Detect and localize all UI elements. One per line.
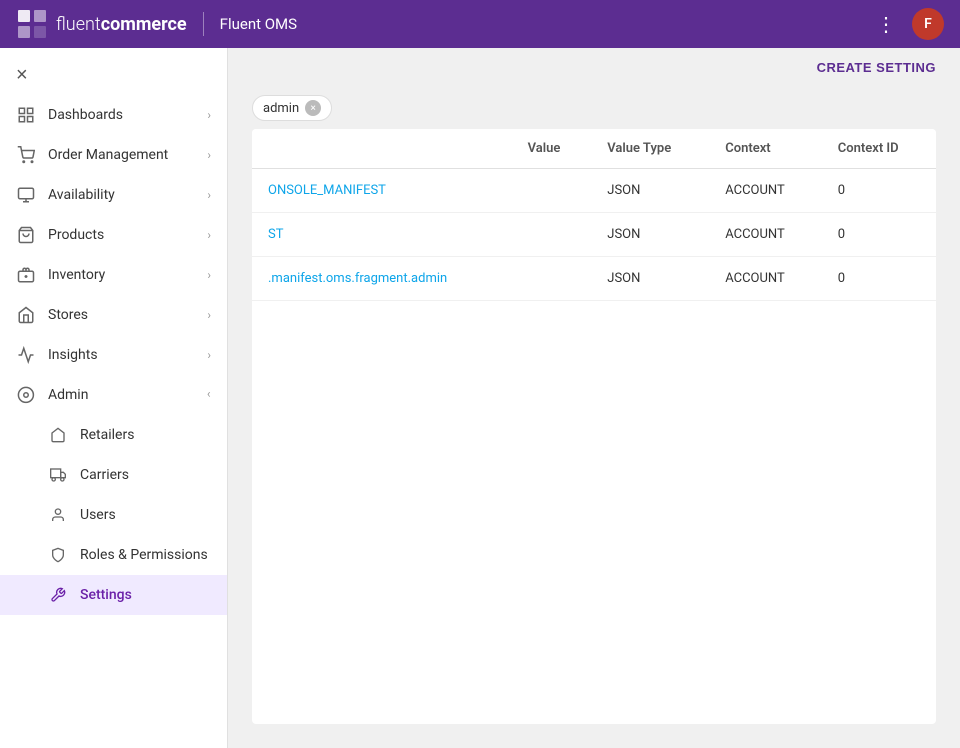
col-value: Value — [512, 129, 592, 169]
row3-context: ACCOUNT — [709, 257, 822, 301]
sidebar: × Dashboards › Order Management › — [0, 48, 228, 748]
more-options-icon[interactable]: ⋮ — [876, 12, 896, 36]
content-header: CREATE SETTING — [228, 48, 960, 87]
row1-value — [512, 169, 592, 213]
dashboards-chevron-icon: › — [207, 108, 211, 122]
sidebar-item-settings[interactable]: Settings — [0, 575, 227, 615]
dashboards-label: Dashboards — [48, 107, 123, 123]
content-area: CREATE SETTING admin × Value Value Type … — [228, 48, 960, 748]
stores-label: Stores — [48, 307, 88, 323]
row1-context: ACCOUNT — [709, 169, 822, 213]
sidebar-item-availability[interactable]: Availability › — [0, 175, 227, 215]
settings-label: Settings — [80, 587, 132, 603]
sidebar-close-area: × — [0, 48, 227, 95]
inventory-label: Inventory — [48, 267, 105, 283]
create-setting-button[interactable]: CREATE SETTING — [817, 60, 936, 75]
order-management-icon — [16, 145, 36, 165]
products-label: Products — [48, 227, 104, 243]
products-chevron-icon: › — [207, 228, 211, 242]
filter-chip-label: admin — [263, 101, 299, 116]
availability-icon — [16, 185, 36, 205]
sidebar-item-inventory[interactable]: Inventory › — [0, 255, 227, 295]
admin-chevron-icon: › — [207, 388, 211, 402]
avatar[interactable]: F — [912, 8, 944, 40]
sidebar-item-retailers[interactable]: Retailers — [0, 415, 227, 455]
dashboards-icon — [16, 105, 36, 125]
sidebar-item-stores[interactable]: Stores › — [0, 295, 227, 335]
carriers-icon — [48, 465, 68, 485]
filter-chip-admin: admin × — [252, 95, 332, 121]
table-header-row: Value Value Type Context Context ID — [252, 129, 936, 169]
products-icon — [16, 225, 36, 245]
logo-text: fluentcommerce — [56, 14, 187, 35]
row1-value-type: JSON — [591, 169, 709, 213]
sidebar-item-carriers[interactable]: Carriers — [0, 455, 227, 495]
insights-chevron-icon: › — [207, 348, 211, 362]
sidebar-item-products[interactable]: Products › — [0, 215, 227, 255]
header-actions: ⋮ F — [876, 8, 944, 40]
row2-value-type: JSON — [591, 213, 709, 257]
carriers-label: Carriers — [80, 467, 129, 483]
settings-table: Value Value Type Context Context ID ONSO… — [252, 129, 936, 724]
col-context-id: Context ID — [822, 129, 936, 169]
app-header: fluentcommerce Fluent OMS ⋮ F — [0, 0, 960, 48]
users-label: Users — [80, 507, 116, 523]
stores-chevron-icon: › — [207, 308, 211, 322]
row1-name: ONSOLE_MANIFEST — [252, 169, 512, 213]
retailers-icon — [48, 425, 68, 445]
users-icon — [48, 505, 68, 525]
header-divider — [203, 12, 204, 36]
sidebar-item-order-management[interactable]: Order Management › — [0, 135, 227, 175]
availability-label: Availability — [48, 187, 115, 203]
filter-bar: admin × — [228, 87, 960, 129]
row2-name-link[interactable]: ST — [268, 227, 283, 242]
sidebar-item-dashboards[interactable]: Dashboards › — [0, 95, 227, 135]
row3-value-type: JSON — [591, 257, 709, 301]
insights-label: Insights — [48, 347, 98, 363]
close-sidebar-button[interactable]: × — [16, 64, 28, 87]
row3-name: .manifest.oms.fragment.admin — [252, 257, 512, 301]
sidebar-item-users[interactable]: Users — [0, 495, 227, 535]
sidebar-item-admin[interactable]: Admin › — [0, 375, 227, 415]
row3-context-id: 0 — [822, 257, 936, 301]
retailers-label: Retailers — [80, 427, 134, 443]
table-row: ONSOLE_MANIFEST JSON ACCOUNT 0 — [252, 169, 936, 213]
col-context: Context — [709, 129, 822, 169]
logo: fluentcommerce — [16, 8, 187, 40]
settings-icon — [48, 585, 68, 605]
row2-value — [512, 213, 592, 257]
row1-name-link[interactable]: ONSOLE_MANIFEST — [268, 183, 386, 198]
app-name: Fluent OMS — [220, 15, 297, 33]
row2-context-id: 0 — [822, 213, 936, 257]
col-name — [252, 129, 512, 169]
row2-name: ST — [252, 213, 512, 257]
admin-icon — [16, 385, 36, 405]
sidebar-item-insights[interactable]: Insights › — [0, 335, 227, 375]
order-management-chevron-icon: › — [207, 148, 211, 162]
roles-permissions-icon — [48, 545, 68, 565]
row1-context-id: 0 — [822, 169, 936, 213]
table-row: .manifest.oms.fragment.admin JSON ACCOUN… — [252, 257, 936, 301]
sidebar-item-roles-permissions[interactable]: Roles & Permissions — [0, 535, 227, 575]
filter-chip-close-button[interactable]: × — [305, 100, 321, 116]
availability-chevron-icon: › — [207, 188, 211, 202]
stores-icon — [16, 305, 36, 325]
order-management-label: Order Management — [48, 147, 168, 163]
inventory-chevron-icon: › — [207, 268, 211, 282]
col-value-type: Value Type — [591, 129, 709, 169]
row3-value — [512, 257, 592, 301]
row2-context: ACCOUNT — [709, 213, 822, 257]
table-row: ST JSON ACCOUNT 0 — [252, 213, 936, 257]
inventory-icon — [16, 265, 36, 285]
insights-icon — [16, 345, 36, 365]
row3-name-link[interactable]: .manifest.oms.fragment.admin — [268, 271, 447, 286]
logo-icon — [16, 8, 48, 40]
admin-label: Admin — [48, 387, 88, 403]
roles-permissions-label: Roles & Permissions — [80, 547, 208, 563]
main-container: × Dashboards › Order Management › — [0, 48, 960, 748]
